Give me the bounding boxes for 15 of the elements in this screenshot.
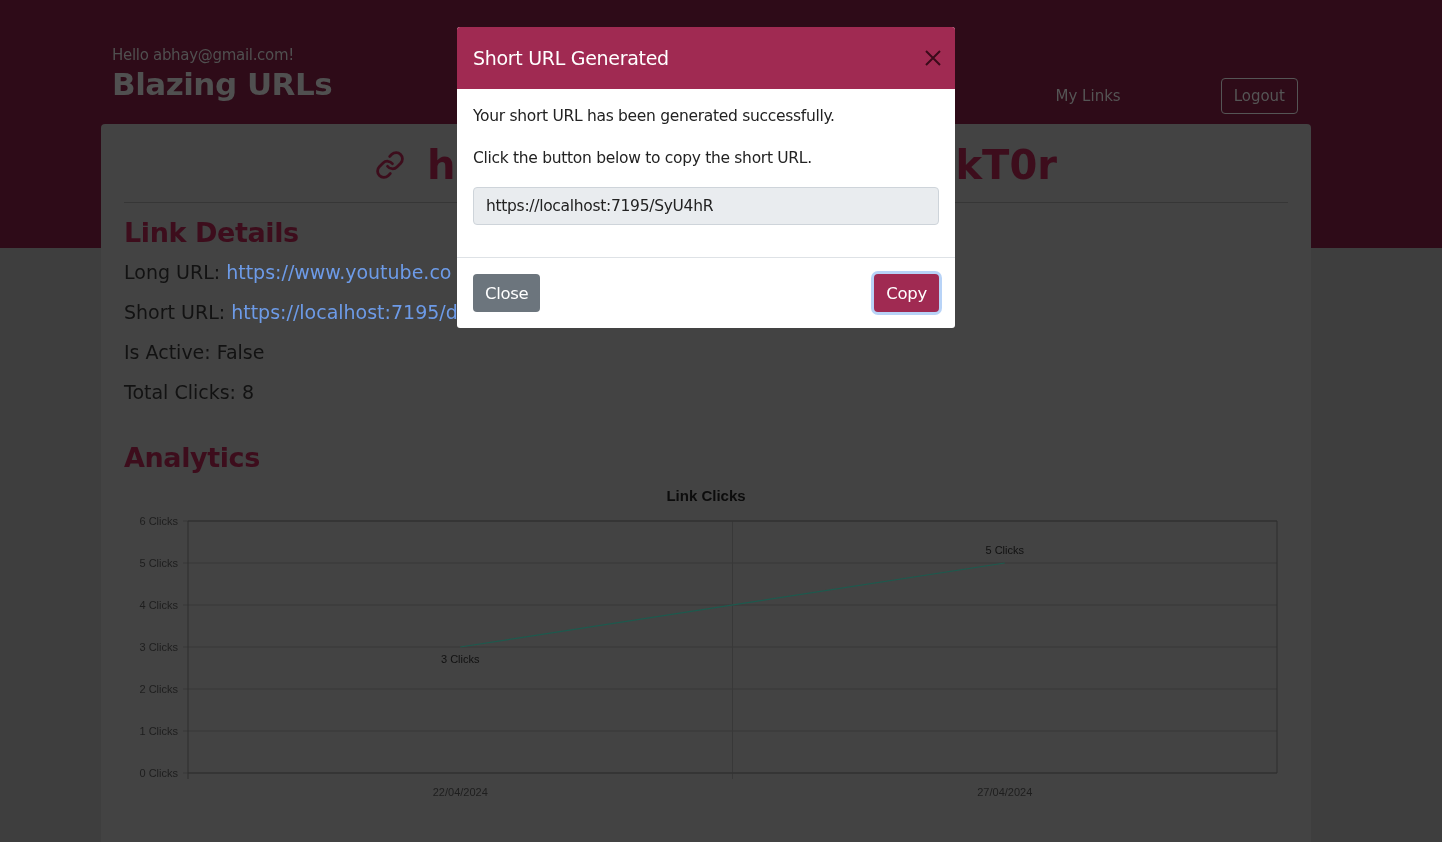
close-button[interactable]: Close	[473, 274, 541, 312]
modal-message: Your short URL has been generated successfully.	[473, 106, 836, 127]
url-field[interactable]: https://localhost:7195/SyU4hR	[473, 187, 939, 225]
logout-button[interactable]: Logout	[1220, 78, 1298, 114]
modal-instruction: Click the button below to copy the short URL.	[473, 148, 813, 169]
brand-title: Blazing URLs	[112, 66, 333, 102]
chart-title: Link Clicks	[666, 487, 746, 504]
url-link[interactable]: https://localhost:7195/d	[231, 301, 458, 323]
copy-button[interactable]: Copy	[874, 274, 939, 312]
nav-link[interactable]: My Links	[1055, 87, 1121, 105]
close-icon[interactable]	[925, 50, 941, 66]
url-link[interactable]: https://www.youtube.co	[226, 261, 452, 283]
greeting-text: Hello abhay@gmail.com!	[112, 46, 295, 64]
modal-title: Short URL Generated	[473, 47, 669, 69]
link-icon	[375, 150, 406, 180]
